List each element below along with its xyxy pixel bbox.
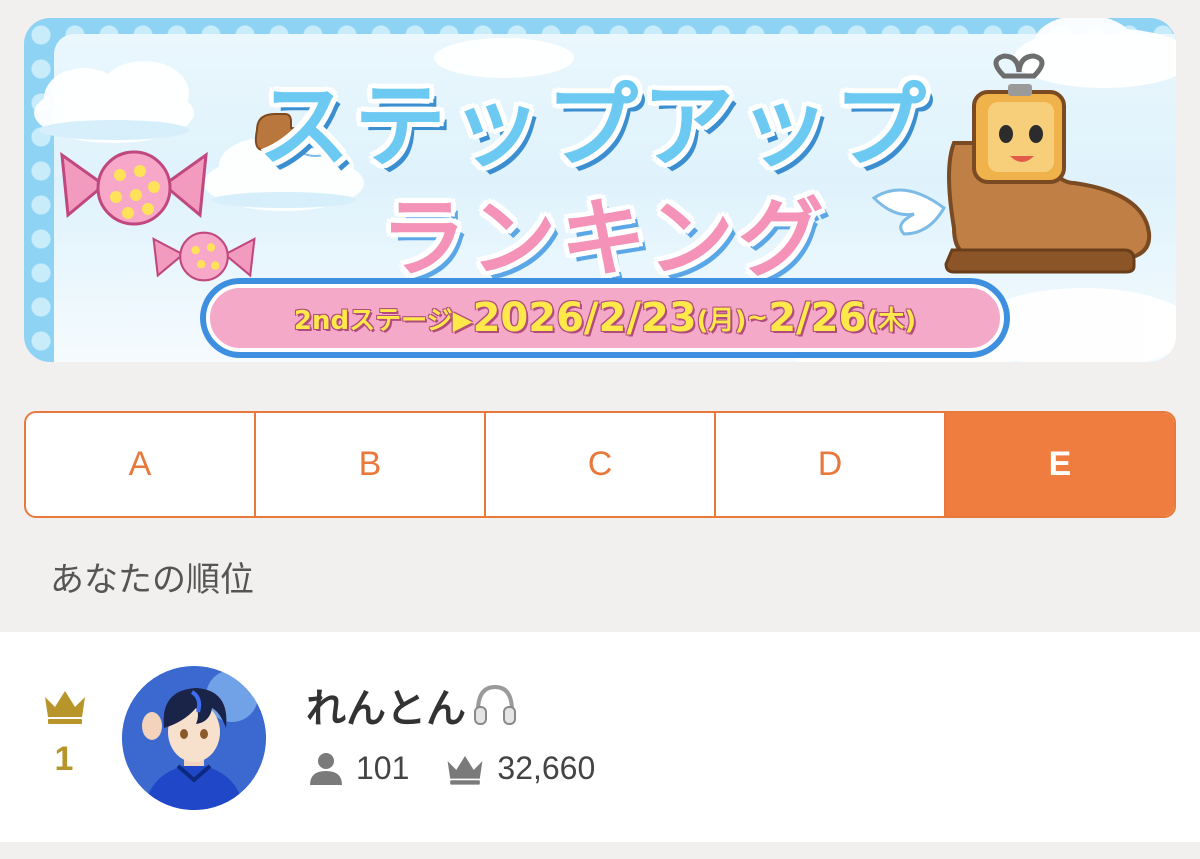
- date-end: 2/26: [768, 295, 867, 341]
- followers-stat: 101: [308, 750, 409, 787]
- user-name-text: れんとん: [306, 686, 466, 732]
- candy-icon: [152, 231, 256, 282]
- date-start: 2026/2/23: [472, 295, 697, 341]
- user-name[interactable]: れんとん: [306, 676, 518, 734]
- followers-count: 101: [356, 750, 410, 786]
- your-rank-heading: あなたの順位: [50, 560, 254, 600]
- banner-title-line1: ステップアップ: [257, 73, 930, 180]
- group-tabs: A B C D E: [24, 411, 1176, 518]
- date-end-day: (木): [866, 305, 917, 336]
- ranking-row[interactable]: 1 れんとん 101 32,660: [0, 632, 1200, 842]
- person-icon: [310, 752, 342, 785]
- points-count: 32,660: [497, 750, 596, 786]
- rank-number: 1: [54, 740, 74, 778]
- points-stat: 32,660: [445, 750, 595, 787]
- date-start-day: (月): [696, 305, 747, 336]
- tab-e[interactable]: E: [946, 413, 1174, 516]
- crown-icon: [45, 691, 85, 724]
- avatar[interactable]: [122, 666, 266, 810]
- tab-d[interactable]: D: [716, 413, 946, 516]
- crown-icon: [447, 755, 483, 785]
- tab-a[interactable]: A: [26, 413, 256, 516]
- date-separator: ~: [746, 303, 769, 333]
- headphones-icon: [474, 684, 516, 725]
- candy-icon: [60, 150, 208, 226]
- tab-b[interactable]: B: [256, 413, 486, 516]
- user-stats: 101 32,660: [308, 750, 617, 787]
- event-banner[interactable]: ステップアップ ランキング 2ndステージ▶ 2026/2/23 (月) ~ 2…: [24, 18, 1176, 362]
- tab-c[interactable]: C: [486, 413, 716, 516]
- event-period-plate: 2ndステージ▶ 2026/2/23 (月) ~ 2/26 (木): [200, 278, 1010, 358]
- banner-title-line2: ランキング: [380, 189, 828, 289]
- stage-label: 2ndステージ▶: [293, 305, 473, 336]
